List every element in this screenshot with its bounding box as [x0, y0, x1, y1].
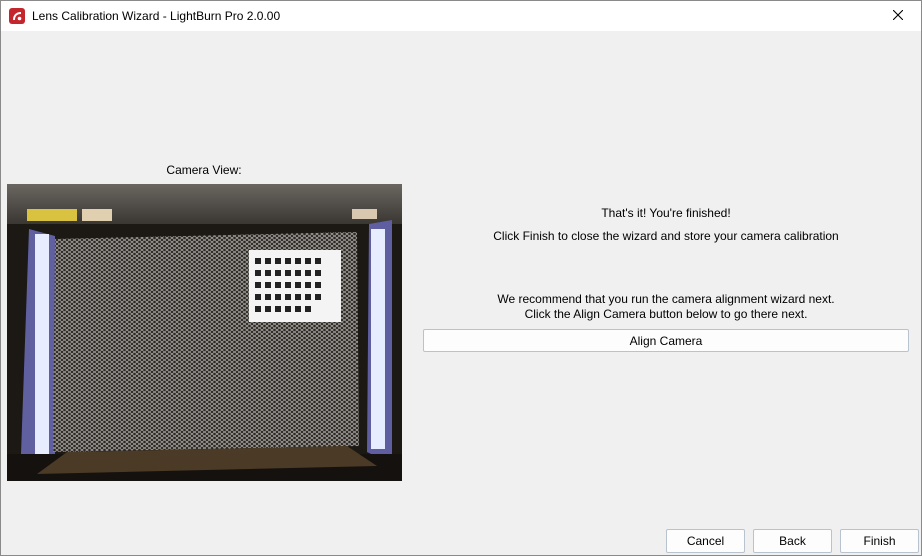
camera-view-image [7, 184, 402, 481]
finish-button[interactable]: Finish [840, 529, 919, 553]
lightburn-logo-icon [9, 8, 25, 24]
align-hint-message: Click the Align Camera button below to g… [524, 307, 808, 321]
cancel-button[interactable]: Cancel [666, 529, 745, 553]
wizard-window: Lens Calibration Wizard - LightBurn Pro … [0, 0, 922, 556]
window-title: Lens Calibration Wizard - LightBurn Pro … [32, 9, 281, 23]
recommend-message: We recommend that you run the camera ali… [497, 292, 835, 306]
title-bar: Lens Calibration Wizard - LightBurn Pro … [1, 1, 921, 31]
instruction-message: Click Finish to close the wizard and sto… [493, 229, 839, 243]
close-icon [892, 9, 904, 23]
camera-view-label: Camera View: [166, 163, 242, 177]
finished-message: That's it! You're finished! [601, 206, 731, 220]
back-button[interactable]: Back [753, 529, 832, 553]
close-button[interactable] [875, 1, 921, 31]
align-camera-button[interactable]: Align Camera [423, 329, 909, 352]
